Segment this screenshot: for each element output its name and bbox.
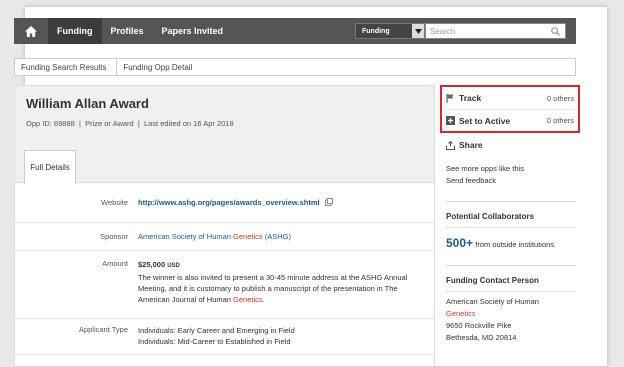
share-button[interactable]: Share (446, 135, 576, 155)
nav-papers-invited[interactable]: Papers Invited (153, 18, 233, 44)
sponsor-abbr: (ASHG) (262, 232, 291, 241)
amount-highlight: Genetics (233, 295, 263, 304)
search-scope-select[interactable]: Funding (355, 23, 425, 39)
breadcrumb: Funding Search Results Funding Opp Detai… (14, 58, 576, 76)
search-scope-value: Funding (362, 27, 390, 35)
top-navbar: Funding Profiles Papers Invited Funding … (14, 18, 576, 44)
see-more-link[interactable]: See more opps like this (446, 163, 576, 175)
sponsor-name: American Society of Human (138, 232, 234, 241)
search-placeholder: Search (430, 26, 456, 36)
share-label: Share (459, 140, 483, 150)
contact-details: American Society of Human Genetics 9650 … (446, 291, 576, 344)
tab-full-details[interactable]: Full Details (24, 150, 76, 184)
nav-funding[interactable]: Funding (48, 18, 102, 44)
home-icon (25, 25, 37, 37)
amount-value: $25,000 USD The winner is also invited t… (138, 260, 408, 304)
contact-org: American Society of Human (446, 297, 539, 306)
applicant-row: Applicant Type Individuals: Early Career… (15, 319, 434, 355)
applicant-type-2: Individuals: Mid-Career to Established i… (138, 337, 291, 346)
collaborators-text: from outside institutions (475, 240, 555, 249)
amount-figure: $25,000 (138, 260, 166, 269)
sidebar: Track 0 others Set to Active 0 others Sh… (440, 85, 580, 344)
contact-street: 9650 Rockville Pike (446, 321, 512, 330)
page-title: William Allan Award (26, 96, 149, 111)
opp-meta: Opp ID: 69888 | Prize or Award | Last ed… (26, 119, 234, 128)
search-icon[interactable] (551, 27, 560, 36)
search-input[interactable]: Search (425, 23, 566, 39)
share-icon (446, 140, 455, 150)
sponsor-highlight: Genetics (233, 232, 263, 241)
chevron-down-icon (412, 24, 424, 38)
applicant-type-1: Individuals: Early Career and Emerging i… (138, 326, 295, 335)
amount-unit: USD (167, 263, 180, 269)
track-box: Track 0 others Set to Active 0 others (440, 85, 580, 133)
applicant-label: Applicant Type (78, 325, 128, 334)
active-left: Set to Active (446, 116, 510, 126)
sponsor-value[interactable]: American Society of Human Genetics (ASHG… (138, 231, 434, 242)
collaborators-section: Potential Collaborators (446, 201, 576, 221)
home-button[interactable] (14, 18, 48, 44)
amount-label: Amount (102, 259, 128, 268)
opportunity-header: William Allan Award Opp ID: 69888 | Priz… (15, 86, 434, 184)
website-link[interactable]: http://www.ashg.org/pages/awards_overvie… (138, 198, 320, 207)
website-row: Website http://www.ashg.org/pages/awards… (15, 183, 434, 223)
flag-icon (446, 93, 454, 103)
contact-city: Bethesda, MD 20814 (446, 333, 517, 342)
track-button[interactable]: Track 0 others (446, 87, 574, 109)
collaborators-title: Potential Collaborators (446, 212, 535, 221)
sponsor-label: Sponsor (100, 232, 128, 241)
applicant-value: Individuals: Early Career and Emerging i… (138, 325, 434, 354)
breadcrumb-opp-detail: Funding Opp Detail (123, 62, 193, 72)
collaborators-count: 500+ (446, 236, 474, 250)
amount-description: The winner is also invited to present a … (138, 273, 408, 304)
contact-section: Funding Contact Person (446, 265, 576, 285)
contact-title: Funding Contact Person (446, 276, 539, 285)
active-others: 0 others (546, 116, 574, 125)
breadcrumb-search-results[interactable]: Funding Search Results (15, 59, 118, 75)
nav-profiles[interactable]: Profiles (102, 18, 153, 44)
plus-box-icon (446, 116, 455, 125)
set-active-button[interactable]: Set to Active 0 others (446, 109, 574, 131)
contact-org-highlight: Genetics (446, 309, 476, 318)
external-link-icon[interactable] (324, 198, 333, 206)
track-others: 0 others (546, 93, 574, 103)
website-label: Website (101, 198, 128, 207)
related-links: See more opps like this Send feedback (446, 163, 576, 187)
active-label: Set to Active (459, 115, 511, 126)
website-value: http://www.ashg.org/pages/awards_overvie… (138, 197, 434, 208)
opportunity-panel: William Allan Award Opp ID: 69888 | Priz… (14, 85, 435, 367)
sponsor-row: Sponsor American Society of Human Geneti… (15, 223, 434, 251)
track-label: Track (459, 93, 482, 103)
send-feedback-link[interactable]: Send feedback (446, 175, 576, 187)
collaborators-count-row[interactable]: 500+ from outside institutions (446, 227, 576, 251)
amount-row: Amount $25,000 USD The winner is also in… (15, 251, 434, 319)
track-left: Track (446, 93, 481, 103)
